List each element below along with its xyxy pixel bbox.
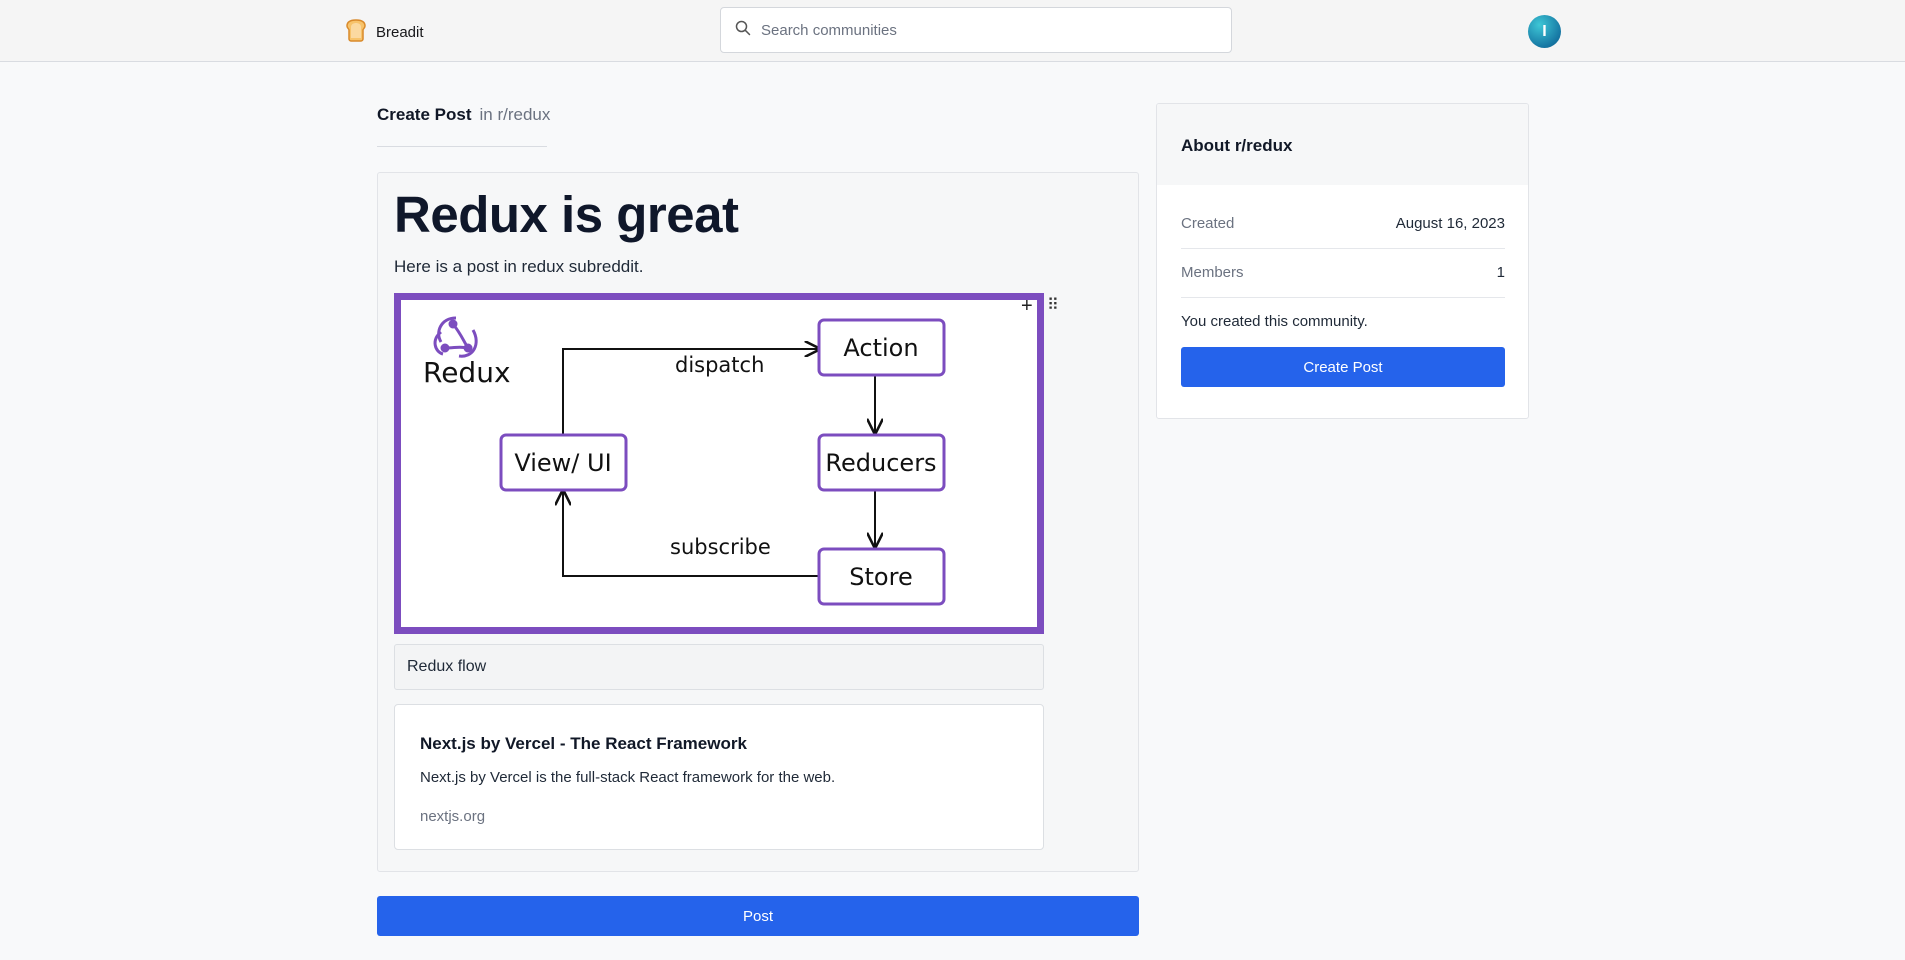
top-navbar: Breadit I [0, 0, 1905, 62]
created-label: Created [1181, 215, 1235, 232]
created-value: August 16, 2023 [1395, 215, 1505, 232]
add-block-icon[interactable]: + [1021, 296, 1033, 316]
divider [1181, 297, 1505, 298]
page-title: Create Post [377, 105, 472, 124]
subscribe-arrow [563, 491, 819, 577]
post-body-paragraph[interactable]: Here is a post in redux subreddit. [394, 257, 643, 277]
redux-diagram: Redux dispatch subscribe Action View/ UI… [423, 316, 946, 606]
bread-logo-icon [343, 17, 369, 48]
reducers-node-label: Reducers [825, 449, 936, 477]
post-button[interactable]: Post [377, 896, 1139, 936]
link-preview-url: nextjs.org [420, 808, 486, 825]
subscribe-label: subscribe [670, 535, 771, 559]
redux-logo-text: Redux [423, 356, 511, 389]
divider [1181, 248, 1505, 249]
redux-logo-icon [433, 316, 478, 358]
store-node-label: Store [849, 563, 912, 591]
action-node-label: Action [843, 334, 918, 362]
members-label: Members [1181, 264, 1244, 281]
search-input[interactable] [761, 21, 1201, 39]
image-caption-input[interactable]: Redux flow [394, 644, 1044, 690]
subreddit-label: in r/redux [479, 105, 551, 124]
redux-flow-image[interactable]: Redux dispatch subscribe Action View/ UI… [394, 293, 1044, 634]
link-preview-description: Next.js by Vercel is the full-stack Reac… [420, 769, 836, 786]
search-icon [735, 20, 751, 41]
heading-divider [377, 146, 547, 147]
brand-name: Breadit [376, 24, 424, 41]
post-title-input[interactable]: Redux is great [394, 185, 739, 244]
avatar-initial: I [1542, 22, 1547, 40]
members-row: Members 1 [1181, 264, 1505, 281]
about-community-card: About r/redux Created August 16, 2023 Me… [1156, 103, 1529, 419]
about-title: About r/redux [1157, 104, 1528, 185]
created-row: Created August 16, 2023 [1181, 215, 1505, 232]
community-owner-note: You created this community. [1181, 313, 1368, 330]
create-post-button[interactable]: Create Post [1181, 347, 1505, 387]
link-preview-title: Next.js by Vercel - The React Framework [420, 734, 747, 753]
dispatch-label: dispatch [675, 353, 764, 377]
drag-handle-icon[interactable]: ⠿ [1047, 298, 1059, 314]
user-avatar[interactable]: I [1528, 15, 1561, 48]
post-editor[interactable]: Redux is great Here is a post in redux s… [377, 172, 1139, 872]
view-node-label: View/ UI [514, 449, 611, 477]
members-value: 1 [1496, 264, 1505, 281]
link-preview-card[interactable]: Next.js by Vercel - The React Framework … [394, 704, 1044, 850]
search-box[interactable] [720, 7, 1232, 53]
brand-link[interactable]: Breadit [343, 17, 424, 48]
create-post-heading: Create Post in r/redux [377, 105, 550, 125]
